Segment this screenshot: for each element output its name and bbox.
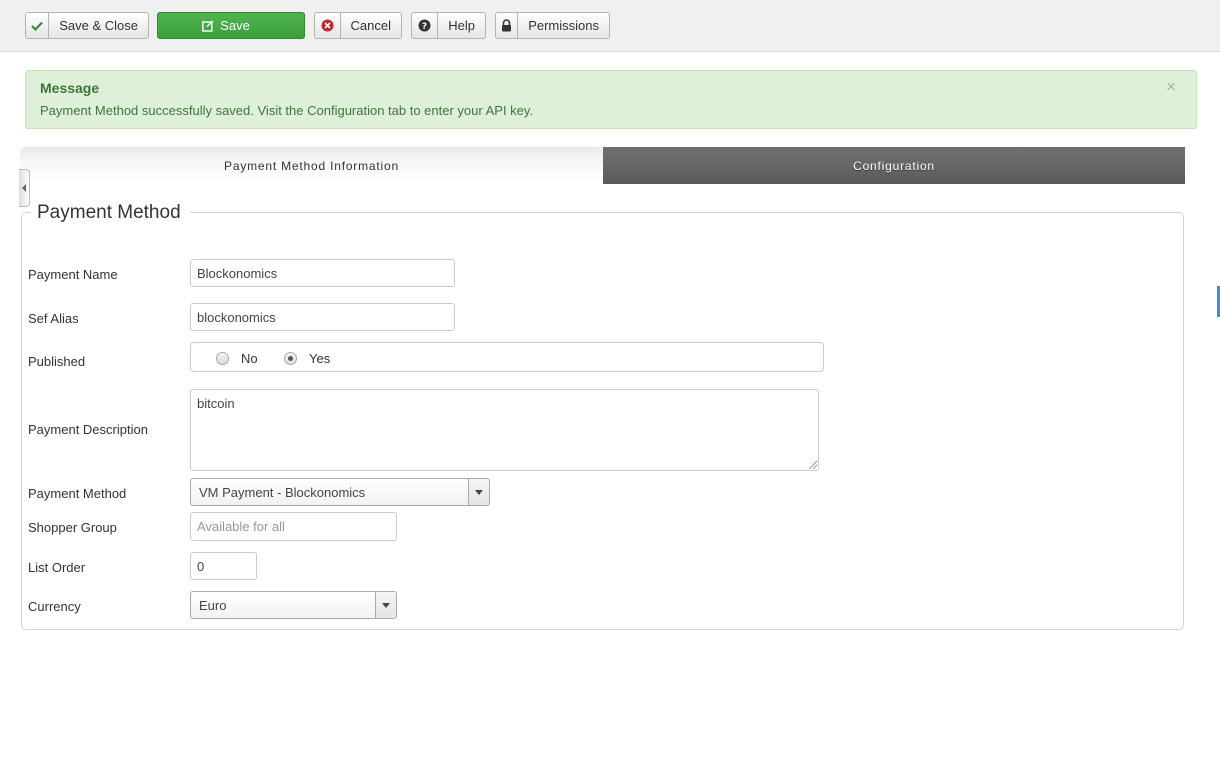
chevron-left-icon [21,184,26,192]
list-order-input[interactable]: 0 [190,552,257,580]
message-text: Payment Method successfully saved. Visit… [40,103,534,118]
radio-no-label: No [241,351,258,366]
shopper-group-input[interactable]: Available for all [190,512,397,541]
toolbar: Save & Close Save Cancel ? Help Permissi… [0,0,1220,52]
svg-text:?: ? [422,22,427,32]
tab-configuration[interactable]: Configuration [603,147,1185,184]
sef-alias-input[interactable]: blockonomics [190,303,455,331]
published-label: Published [28,354,86,369]
cancel-icon [315,13,341,38]
published-radio-group: No Yes [190,342,824,372]
save-and-close-label: Save & Close [59,18,138,33]
checkmark-icon [26,13,50,38]
payment-description-label: Payment Description [28,422,148,437]
help-icon: ? [412,13,439,38]
published-no-radio[interactable]: No [216,351,258,366]
currency-label: Currency [28,599,81,614]
radio-yes-label: Yes [309,351,331,366]
payment-method-label: Payment Method [28,486,127,501]
permissions-label: Permissions [528,18,599,33]
success-message: Message Payment Method successfully save… [25,70,1197,129]
payment-description-value: bitcoin [197,396,235,411]
payment-description-textarea[interactable]: bitcoin [190,389,819,471]
list-order-label: List Order [28,560,86,575]
fieldset-legend: Payment Method [31,202,190,224]
published-yes-radio[interactable]: Yes [284,351,330,366]
sidebar-toggle[interactable] [19,169,30,207]
save-and-close-button[interactable]: Save & Close [25,12,149,39]
shopper-group-label: Shopper Group [28,520,117,535]
save-label: Save [220,18,250,33]
edit-icon [202,20,214,32]
currency-value: Euro [199,597,227,613]
radio-yes-circle [284,352,297,365]
chevron-down-icon [375,592,396,618]
close-icon[interactable]: × [1166,78,1176,95]
help-button[interactable]: ? Help [411,12,486,39]
payment-method-value: VM Payment - Blockonomics [199,484,366,500]
permissions-button[interactable]: Permissions [495,12,610,39]
payment-name-label: Payment Name [28,267,118,282]
radio-no-circle [216,352,229,365]
save-button[interactable]: Save [157,12,305,39]
help-label: Help [448,18,475,33]
tab-payment-method-information[interactable]: Payment Method Information [20,147,603,184]
message-title: Message [40,80,100,96]
chevron-down-icon [468,479,489,505]
cancel-button[interactable]: Cancel [314,12,402,39]
resize-handle-icon[interactable] [809,461,817,469]
lock-icon [496,13,519,38]
currency-select[interactable]: Euro [190,591,397,619]
cancel-label: Cancel [350,18,391,33]
sef-alias-label: Sef Alias [28,311,79,326]
payment-method-select[interactable]: VM Payment - Blockonomics [190,478,490,506]
payment-name-input[interactable]: Blockonomics [190,259,455,287]
